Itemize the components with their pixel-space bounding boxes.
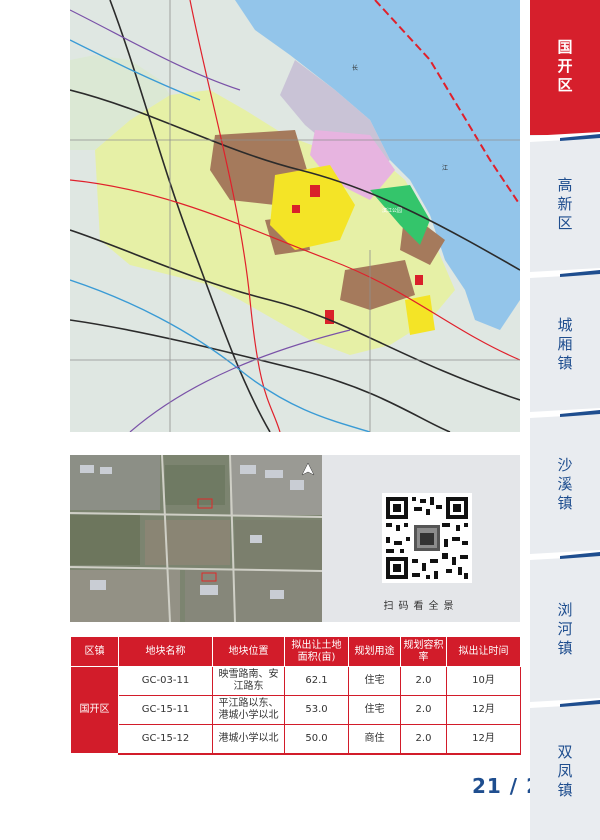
header-area: 拟出让土地面积(亩) (284, 636, 349, 667)
map-label-jiang: 江 (442, 165, 448, 172)
area-cell: 62.1 (284, 666, 349, 696)
qr-code[interactable] (382, 493, 472, 583)
area-cell: 53.0 (284, 695, 349, 725)
far-cell: 2.0 (400, 666, 447, 696)
far-cell: 2.0 (400, 724, 447, 755)
table-header-row: 区镇 地块名称 地块位置 拟出让土地面积(亩) 规划用途 规划容积率 拟出让时间 (70, 636, 521, 667)
tab-label: 浏河镇 (555, 601, 574, 659)
table-row: GC-15-12 港城小学以北 50.0 商住 2.0 12月 (71, 724, 521, 755)
map-label-park: 滨江公园 (382, 207, 402, 214)
land-use-map: 长 江 滨江公园 (70, 0, 520, 432)
location-cell: 映雪路南、安江路东 (212, 666, 285, 696)
header-use: 规划用途 (348, 636, 401, 667)
time-cell: 12月 (446, 724, 521, 755)
header-location: 地块位置 (212, 636, 285, 667)
tab-liuhezhen[interactable]: 浏河镇 (530, 560, 600, 700)
location-cell: 平江路以东、港城小学以北 (212, 695, 285, 725)
tab-label: 高新区 (555, 176, 574, 234)
far-cell: 2.0 (400, 695, 447, 725)
satellite-image (70, 455, 322, 622)
tab-chengxiangzhen[interactable]: 城厢镇 (530, 280, 600, 410)
tab-divider (530, 268, 600, 278)
parcel-name-cell: GC-03-11 (118, 666, 213, 696)
parcel-name-cell: GC-15-12 (118, 724, 213, 755)
area-cell: 50.0 (284, 724, 349, 755)
use-cell: 住宅 (348, 666, 401, 696)
header-far: 规划容积率 (400, 636, 447, 667)
use-cell: 商住 (348, 724, 401, 755)
table-row: GC-15-11 平江路以东、港城小学以北 53.0 住宅 2.0 12月 (71, 695, 521, 725)
time-cell: 12月 (446, 695, 521, 725)
tab-label: 双凤镇 (555, 744, 574, 801)
tab-divider (530, 132, 600, 142)
tab-gaoxinqu[interactable]: 高新区 (530, 140, 600, 270)
time-cell: 10月 (446, 666, 521, 696)
header-time: 拟出让时间 (446, 636, 521, 667)
qr-caption: 扫码看全景 (383, 601, 459, 612)
tab-label: 国开区 (555, 39, 574, 96)
tab-shuangfengzhen[interactable]: 双凤镇 (530, 705, 600, 840)
tab-guokaiqu[interactable]: 国开区 (530, 0, 600, 135)
location-cell: 港城小学以北 (212, 724, 285, 755)
tab-label: 沙溪镇 (555, 456, 574, 514)
map-label-chang: 长 (352, 64, 358, 72)
qr-panel: 扫码看全景 (322, 455, 520, 622)
header-parcel-name: 地块名称 (118, 636, 213, 667)
tab-label: 城厢镇 (555, 316, 574, 374)
header-town: 区镇 (70, 636, 119, 667)
tab-divider (530, 550, 600, 560)
use-cell: 住宅 (348, 695, 401, 725)
town-cell: 国开区 (70, 666, 119, 754)
tab-divider (530, 698, 600, 708)
tab-shaxizhen[interactable]: 沙溪镇 (530, 420, 600, 550)
land-parcel-table: 区镇 地块名称 地块位置 拟出让土地面积(亩) 规划用途 规划容积率 拟出让时间… (70, 636, 521, 755)
table-row: 国开区 GC-03-11 映雪路南、安江路东 62.1 住宅 2.0 10月 (70, 666, 521, 754)
tab-divider (530, 408, 600, 418)
parcel-name-cell: GC-15-11 (118, 695, 213, 725)
